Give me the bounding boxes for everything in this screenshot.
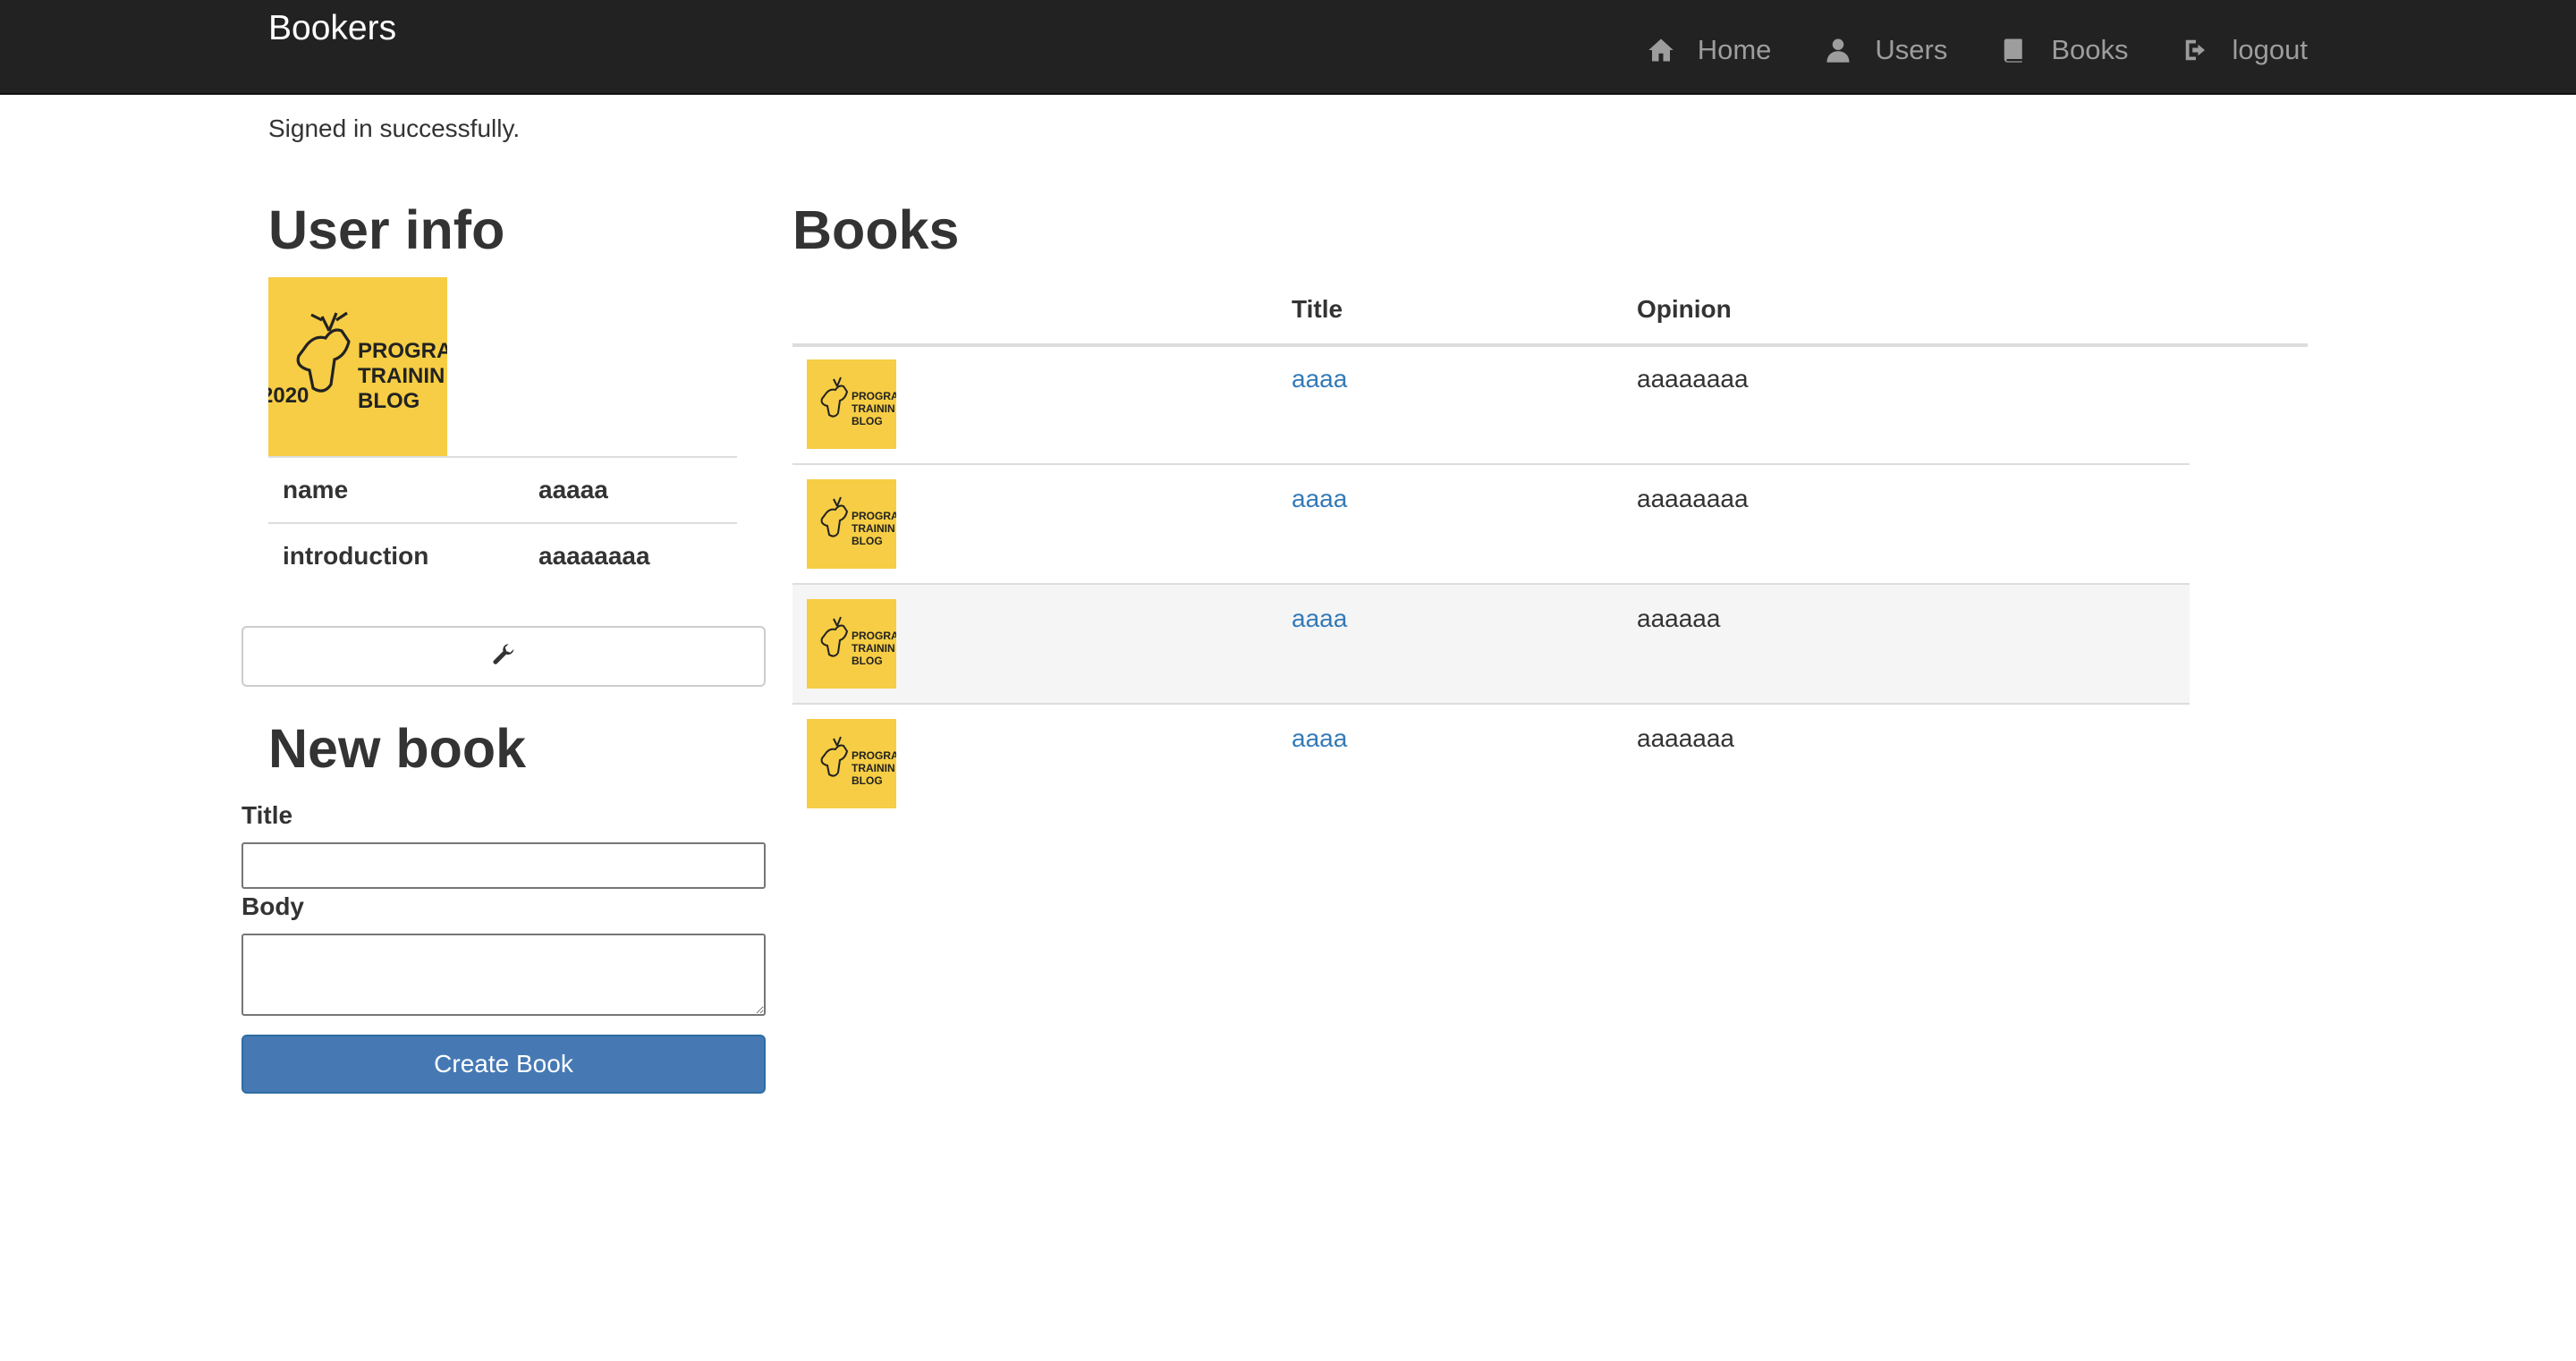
table-row: PROGRA TRAININ BLOG aaaa aaaaaaaa	[792, 465, 2190, 585]
svg-text:BLOG: BLOG	[852, 655, 883, 667]
nav-logout-link[interactable]: logout	[2182, 34, 2308, 66]
books-heading: Books	[792, 199, 960, 260]
column-header-title: Title	[1292, 295, 1343, 323]
logout-icon	[2185, 39, 2205, 61]
svg-text:PROGRA: PROGRA	[358, 339, 447, 363]
book-opinion: aaaaaaaa	[1637, 485, 1749, 512]
nav-links: Home Users Books logout	[1648, 34, 2308, 66]
user-info-heading: User info	[268, 199, 505, 260]
home-icon	[1648, 38, 1674, 62]
nav-users-link[interactable]: Users	[1825, 34, 1947, 66]
svg-text:BLOG: BLOG	[358, 389, 419, 413]
navbar: Bookers Home Users Books logout	[0, 0, 2576, 95]
flash-message: Signed in successfully.	[268, 114, 521, 142]
table-row: PROGRA TRAININ BLOG aaaa aaaaaa	[792, 585, 2190, 705]
svg-text:TRAININ: TRAININ	[852, 642, 895, 655]
svg-text:TRAININ: TRAININ	[358, 364, 445, 388]
book-title-link[interactable]: aaaa	[1292, 365, 1347, 393]
book-opinion: aaaaaaa	[1637, 724, 1735, 752]
user-icon	[1826, 38, 1850, 63]
nav-home-link[interactable]: Home	[1648, 34, 1772, 66]
svg-text:BLOG: BLOG	[852, 774, 883, 787]
svg-text:TRAININ: TRAININ	[852, 402, 895, 415]
create-book-button[interactable]: Create Book	[242, 1035, 766, 1094]
svg-text:PROGRA: PROGRA	[852, 510, 896, 522]
user-info-key-name: name	[268, 456, 524, 523]
title-input[interactable]	[242, 842, 766, 889]
book-thumbnail[interactable]: PROGRA TRAININ BLOG	[807, 359, 896, 449]
new-book-heading: New book	[268, 718, 527, 779]
column-header-opinion: Opinion	[1637, 295, 1732, 323]
nav-books-label: Books	[2051, 34, 2129, 65]
brand-logo[interactable]: Bookers	[268, 9, 396, 48]
book-icon	[2004, 38, 2023, 63]
svg-text:PROGRA: PROGRA	[852, 749, 896, 762]
svg-text:2020: 2020	[268, 384, 309, 408]
book-thumbnail[interactable]: PROGRA TRAININ BLOG	[807, 719, 896, 808]
svg-text:TRAININ: TRAININ	[852, 522, 895, 535]
nav-home-label: Home	[1697, 34, 1772, 65]
user-info-key-introduction: introduction	[268, 522, 524, 588]
body-label: Body	[242, 892, 304, 920]
nav-books-link[interactable]: Books	[2001, 34, 2129, 66]
title-label: Title	[242, 801, 293, 829]
user-info-value-introduction: aaaaaaaa	[524, 522, 737, 588]
svg-text:TRAININ: TRAININ	[852, 762, 895, 774]
user-info-value-name: aaaaa	[524, 456, 737, 523]
user-info-row-name: name aaaaa	[268, 456, 737, 523]
book-title-link[interactable]: aaaa	[1292, 724, 1347, 753]
book-thumbnail[interactable]: PROGRA TRAININ BLOG	[807, 599, 896, 689]
svg-text:PROGRA: PROGRA	[852, 390, 896, 402]
book-title-link[interactable]: aaaa	[1292, 485, 1347, 513]
nav-logout-label: logout	[2232, 34, 2308, 65]
edit-profile-button[interactable]	[242, 626, 766, 687]
book-title-link[interactable]: aaaa	[1292, 604, 1347, 633]
table-row: PROGRA TRAININ BLOG aaaa aaaaaaaa	[792, 345, 2190, 465]
book-thumbnail[interactable]: PROGRA TRAININ BLOG	[807, 479, 896, 569]
svg-text:PROGRA: PROGRA	[852, 630, 896, 642]
book-opinion: aaaaaaaa	[1637, 365, 1749, 393]
svg-text:BLOG: BLOG	[852, 415, 883, 427]
nav-users-label: Users	[1875, 34, 1948, 65]
user-info-row-introduction: introduction aaaaaaaa	[268, 522, 737, 588]
wrench-icon	[493, 644, 514, 664]
table-row: PROGRA TRAININ BLOG aaaa aaaaaaa	[792, 705, 2190, 823]
body-textarea[interactable]	[242, 934, 766, 1016]
book-opinion: aaaaaa	[1637, 604, 1721, 632]
profile-image: PROGRA TRAININ BLOG 2020	[268, 277, 447, 456]
user-info-table: name aaaaa introduction aaaaaaaa	[268, 456, 737, 588]
svg-text:BLOG: BLOG	[852, 535, 883, 547]
books-table-header: Title Opinion	[792, 295, 2308, 347]
